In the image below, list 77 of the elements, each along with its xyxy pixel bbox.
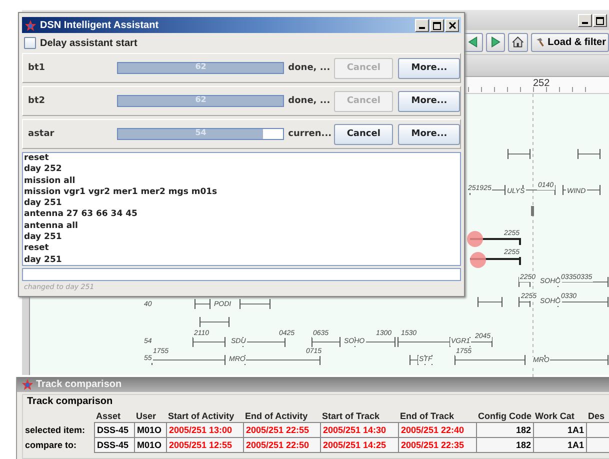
group-title: Track comparison [27,396,114,407]
table-cell: 182 [476,437,534,453]
maximize-button[interactable] [430,18,444,32]
minimize-button[interactable] [415,18,429,32]
log-line: antenna 27 63 66 34 45 [24,209,138,221]
table-cell: 2005/251 12:55 [166,437,244,453]
log-line: day 251 [24,232,63,244]
close-icon [448,22,456,28]
command-input-field[interactable] [22,268,461,281]
table-cell: 2005/251 13:00 [166,422,244,438]
window-title: DSN Intelligent Assistant [40,20,159,30]
log-line: antenna all [24,220,79,232]
progress-reading: 62 [194,95,208,104]
cancel-button[interactable]: Cancel [334,124,394,144]
log-line: day 251 [24,198,63,210]
column-header: Asset [95,411,122,422]
column-header: Start of Track [321,411,381,422]
table-cell: 2005/251 22:55 [243,422,321,438]
column-header: End of Activity [244,411,309,422]
home-button[interactable] [508,32,528,52]
table-cell: 182 [476,422,534,438]
maximize-button[interactable] [593,14,607,26]
column-header: End of Track [399,411,456,422]
back-arrow-icon [467,36,479,48]
table-cell [586,422,609,438]
more-button[interactable]: More... [398,58,460,78]
close-button[interactable] [445,18,459,32]
checkbox[interactable] [24,37,36,49]
day-label: 252 [533,78,550,89]
more-button[interactable]: More... [398,124,460,144]
log-line: mission all [24,176,76,187]
row-label: selected item: [25,424,86,437]
table-cell: 1A1 [533,437,587,453]
delay-checkbox[interactable]: Delay assistant start [22,33,461,53]
table-cell: 2005/251 14:25 [320,437,399,453]
progress-reading: 62 [194,62,208,71]
task-status: curren... [287,129,333,139]
column-header: Start of Activity [167,411,236,422]
table-cell: 1A1 [533,422,587,438]
home-icon [512,36,524,48]
more-button[interactable]: More... [398,90,460,112]
task-name: bt2 [27,96,46,106]
app-icon [25,20,36,30]
minimize-button[interactable] [578,14,592,26]
table-cell: M01O [134,437,167,453]
hammer-icon [534,36,545,48]
table-cell: M01O [134,422,167,438]
task-status: done, ... [287,96,332,106]
highlight-marker [470,252,486,268]
log-line: reset [24,243,50,255]
forward-button[interactable] [486,32,506,52]
log-line: mission vgr1 vgr2 mer1 mer2 mgs m01s [24,186,218,198]
column-header: Des [587,411,606,422]
table-cell: 2005/251 22:40 [398,422,477,438]
log-line: day 251 [24,254,63,265]
table-cell [586,437,609,453]
task-status: done, ... [287,63,332,73]
app-icon [22,379,33,390]
column-header: User [135,411,158,422]
column-header: Config Code [477,411,532,422]
back-button[interactable] [463,32,483,52]
log-line: day 252 [24,164,63,176]
table-cell: 2005/251 14:30 [320,422,399,438]
log-line: reset [24,153,50,164]
highlight-marker [467,231,483,247]
column-header: Work Cat [534,411,576,422]
task-name: bt1 [27,63,46,73]
task-name: astar [27,129,56,139]
progress-reading: 54 [194,128,208,137]
table-cell: DSS-45 [94,437,135,453]
table-cell: 2005/251 22:35 [398,437,477,453]
window-title: Track comparison [36,379,122,390]
forward-arrow-icon [490,36,502,48]
row-label: compare to: [25,439,78,452]
load-filter-button[interactable]: Load & filter [530,32,609,52]
table-cell: DSS-45 [94,422,135,438]
table-cell: 2005/251 22:50 [243,437,321,453]
